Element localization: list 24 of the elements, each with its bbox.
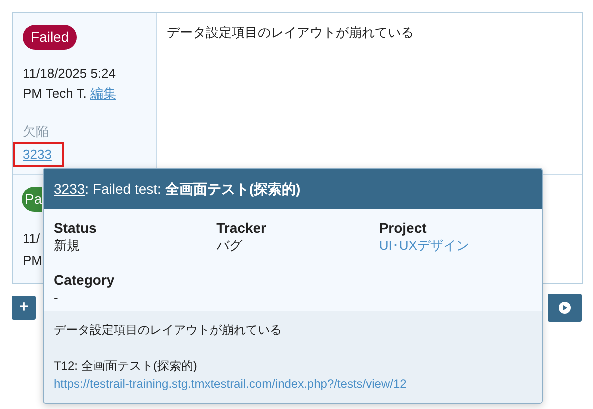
- defect-description: データ設定項目のレイアウトが崩れている: [54, 322, 282, 339]
- test-url-link[interactable]: https://testrail-training.stg.tmxtestrail.com/index.php?/tests/view/12: [54, 375, 407, 393]
- field-value: バグ: [216, 237, 243, 255]
- field-label: Project: [379, 219, 427, 237]
- edit-link[interactable]: 編集: [90, 86, 116, 101]
- field-label: Category: [54, 271, 115, 289]
- defects-label: 欠陥: [23, 123, 49, 141]
- test-title: T12: 全画面テスト(探索的): [54, 358, 198, 375]
- defect-id-link[interactable]: 3233: [54, 180, 86, 196]
- result-meta: PM: [23, 252, 42, 270]
- play-icon: [559, 302, 571, 314]
- field-value: -: [54, 289, 58, 307]
- defect-link[interactable]: 3233: [23, 146, 52, 162]
- field-label: Status: [54, 219, 97, 237]
- result-meta: 11/18/2025 5:24 PM Tech T. 編集: [23, 65, 118, 103]
- play-button[interactable]: [548, 294, 582, 322]
- field-label: Tracker: [216, 219, 266, 237]
- add-button[interactable]: +: [12, 296, 36, 320]
- result-meta: 11/: [23, 230, 42, 248]
- status-badge: Failed: [23, 25, 78, 50]
- popup-title: 3233: Failed test: 全画面テスト(探索的): [54, 180, 301, 199]
- result-comment: データ設定項目のレイアウトが崩れている: [167, 24, 415, 42]
- field-value: 新規: [54, 237, 80, 255]
- field-link[interactable]: UI･UXデザイン: [379, 237, 470, 255]
